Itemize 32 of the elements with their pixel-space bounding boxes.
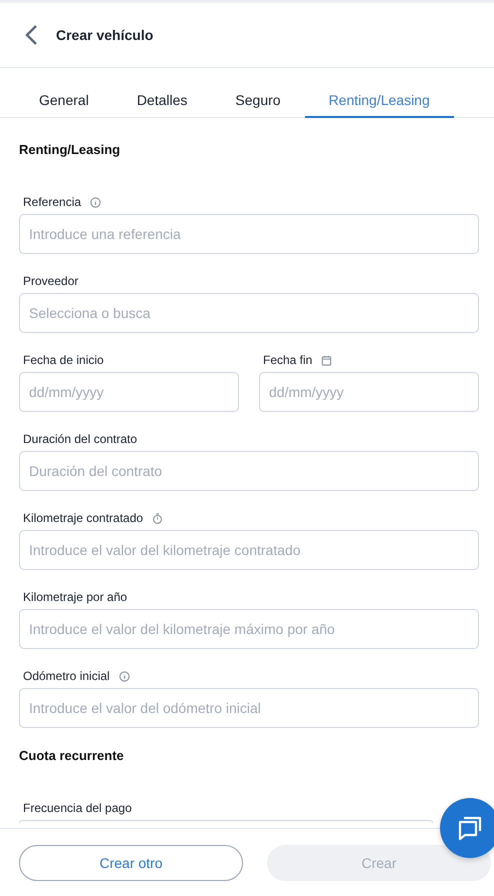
field-label: Kilometraje contratado — [23, 511, 144, 525]
tab[interactable]: Renting/Leasing — [304, 92, 454, 118]
field-label: Odómetro inicial — [23, 669, 110, 683]
back-button[interactable] — [24, 24, 38, 46]
create-another-button[interactable]: Crear otro — [19, 844, 243, 880]
info-icon — [90, 196, 102, 208]
input-field[interactable]: dd/mm/yyyy — [19, 372, 239, 412]
field-label: Fecha de inicio — [23, 353, 104, 367]
info-icon — [118, 670, 130, 682]
stopwatch-icon — [152, 512, 164, 524]
input-field[interactable]: Selecciona o busca — [19, 293, 479, 333]
page-title: Crear vehículo — [56, 27, 154, 43]
input-field[interactable]: Introduce el valor del odómetro inicial — [19, 688, 479, 728]
input-field[interactable]: Duración del contrato — [19, 451, 479, 491]
tab[interactable]: Detalles — [112, 92, 212, 118]
field-label: Frecuencia del pago — [23, 801, 132, 815]
section-title: Cuota recurrente — [19, 748, 125, 763]
field-label: Kilometraje por año — [23, 590, 128, 604]
calendar-icon — [321, 354, 332, 366]
input-field[interactable]: Introduce el valor del kilometraje contratado — [19, 530, 479, 570]
field-label: Duración del contrato — [23, 432, 138, 446]
input-field[interactable]: Introduce una referencia — [19, 214, 479, 254]
section-title: Renting/Leasing — [19, 142, 122, 157]
input-field[interactable]: Introduce el valor del kilometraje máximo por año — [19, 609, 479, 649]
input-field[interactable]: dd/mm/yyyy — [259, 372, 479, 412]
field-label: Proveedor — [23, 274, 78, 288]
field-label: Fecha fin — [263, 353, 312, 367]
chat-button[interactable] — [440, 798, 494, 858]
tab[interactable]: Seguro — [211, 92, 305, 118]
input-field[interactable] — [19, 820, 433, 823]
field-label: Referencia — [23, 195, 82, 209]
tab[interactable]: General — [15, 92, 113, 118]
